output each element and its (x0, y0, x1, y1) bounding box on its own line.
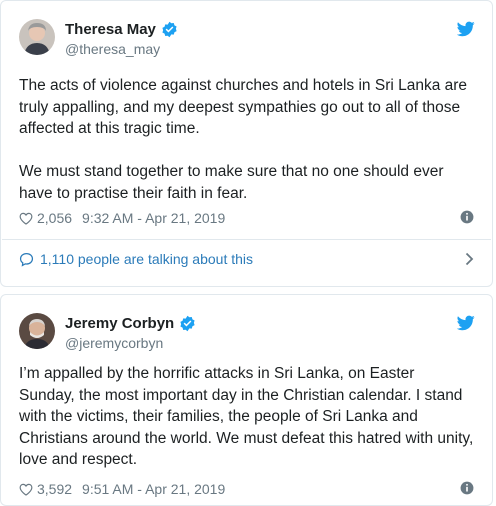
tweet-meta: 2,056 9:32 AM - Apr 21, 2019 (19, 209, 474, 227)
author-handle[interactable]: @theresa_may (65, 41, 178, 57)
twitter-bird-icon[interactable] (457, 315, 475, 331)
verified-badge-icon (180, 315, 195, 332)
info-icon[interactable] (460, 210, 474, 224)
author-handle[interactable]: @jeremycorbyn (65, 335, 196, 351)
timestamp[interactable]: 9:51 AM - Apr 21, 2019 (82, 481, 225, 497)
like-count[interactable]: 2,056 (37, 210, 72, 226)
conversation-link[interactable]: 1,110 people are talking about this (19, 249, 474, 269)
info-icon[interactable] (460, 481, 474, 495)
avatar[interactable] (19, 313, 55, 349)
twitter-bird-icon[interactable] (457, 21, 475, 37)
verified-badge-icon (162, 21, 177, 38)
tweet-meta: 3,592 9:51 AM - Apr 21, 2019 (19, 480, 474, 498)
tweet-card[interactable]: Jeremy Corbyn @jeremycorbyn I’m appalled… (0, 294, 493, 506)
tweet-header: Jeremy Corbyn @jeremycorbyn (19, 313, 475, 355)
avatar[interactable] (19, 19, 55, 55)
timestamp[interactable]: 9:32 AM - Apr 21, 2019 (82, 210, 225, 226)
tweet-text: I’m appalled by the horrific attacks in … (19, 365, 474, 468)
heart-icon[interactable] (19, 212, 33, 225)
author-name[interactable]: Theresa May (65, 21, 156, 38)
chevron-right-icon (465, 252, 474, 266)
talking-count-text: 1,110 people are talking about this (40, 251, 254, 267)
heart-icon[interactable] (19, 483, 33, 496)
speech-bubble-icon (19, 252, 34, 267)
tweet-text: The acts of violence against churches an… (19, 77, 468, 137)
tweet-card[interactable]: Theresa May @theresa_may The acts of vio… (0, 0, 493, 287)
tweet-header: Theresa May @theresa_may (19, 19, 475, 61)
tweet-text: We must stand together to make sure that… (19, 163, 444, 202)
divider (2, 239, 491, 240)
tweet-embeds: Theresa May @theresa_may The acts of vio… (0, 0, 496, 506)
like-count[interactable]: 3,592 (37, 481, 72, 497)
author-name[interactable]: Jeremy Corbyn (65, 315, 174, 332)
